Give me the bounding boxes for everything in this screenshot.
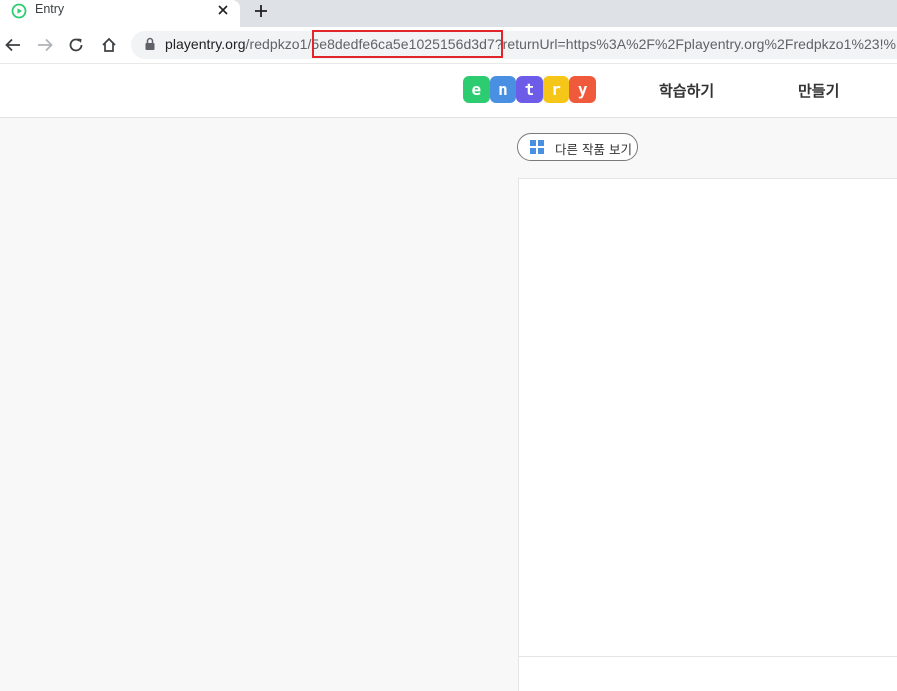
lock-icon[interactable] xyxy=(144,37,156,51)
entry-favicon-icon xyxy=(11,3,27,19)
nav-create-link[interactable]: 만들기 xyxy=(798,80,839,101)
left-panel xyxy=(0,118,518,691)
stage-footer xyxy=(518,656,897,691)
logo-letter-r: r xyxy=(542,76,570,103)
new-tab-icon[interactable] xyxy=(252,2,270,20)
logo-letter-n: n xyxy=(489,76,517,103)
browser-toolbar: playentry.org/redpkzo1/5e8dedfe6ca5e1025… xyxy=(0,27,897,64)
url-host: playentry.org xyxy=(165,36,246,52)
site-header: entry 학습하기 만들기 xyxy=(0,64,897,118)
project-stage[interactable] xyxy=(518,178,897,656)
browser-tabstrip: Entry xyxy=(0,0,897,27)
browser-tab[interactable]: Entry xyxy=(0,0,240,27)
forward-arrow-icon[interactable] xyxy=(36,36,54,54)
back-arrow-icon[interactable] xyxy=(4,36,22,54)
url-path-prefix: /redpkzo1/ xyxy=(245,36,312,52)
url-text[interactable]: playentry.org/redpkzo1/5e8dedfe6ca5e1025… xyxy=(165,36,896,52)
other-works-button[interactable]: 다른 작품 보기 xyxy=(517,133,638,161)
logo-letter-t: t xyxy=(516,76,543,103)
grid-icon xyxy=(530,140,544,154)
logo-letter-e: e xyxy=(463,76,490,103)
url-highlight-annotation xyxy=(312,30,503,58)
other-works-label: 다른 작품 보기 xyxy=(555,142,632,157)
close-icon[interactable] xyxy=(215,2,231,18)
url-query: ?returnUrl=https%3A%2F%2Fplayentry.org%2… xyxy=(494,36,897,52)
entry-logo[interactable]: entry xyxy=(463,76,596,103)
nav-learn-link[interactable]: 학습하기 xyxy=(659,80,714,101)
tab-title: Entry xyxy=(35,2,65,16)
logo-letter-y: y xyxy=(569,76,596,103)
home-icon[interactable] xyxy=(100,36,118,54)
reload-icon[interactable] xyxy=(67,36,85,54)
